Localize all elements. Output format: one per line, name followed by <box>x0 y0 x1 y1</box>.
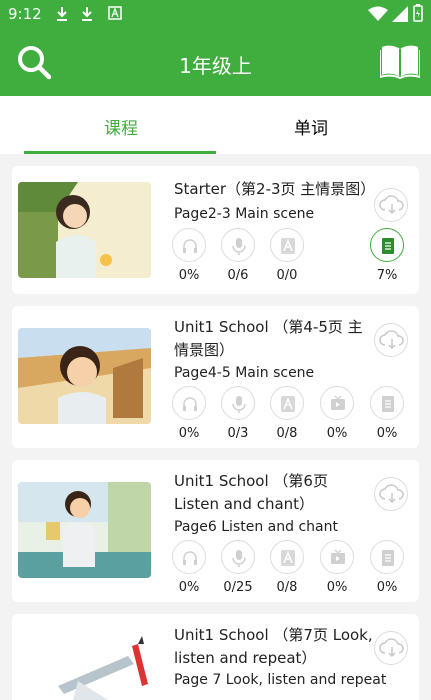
stat-value: 0% <box>178 426 200 441</box>
lesson-title: Unit1 School （第4-5页 主情景图） <box>174 318 363 359</box>
video-icon <box>331 395 345 410</box>
lesson-card[interactable]: Unit1 School （第6页 Listen and chant） Page… <box>12 460 419 602</box>
status-bar: 9:12 <box>0 0 431 30</box>
stat-value: 0/25 <box>223 580 253 595</box>
download-icon <box>82 7 92 21</box>
cloud-download-icon <box>379 638 404 658</box>
lesson-list: Starter（第2-3页 主情景图） Page2-3 Main scene 0… <box>0 154 431 700</box>
app-notification-icon <box>108 6 122 20</box>
download-button[interactable] <box>374 188 408 222</box>
letter-a-icon <box>281 396 295 412</box>
stat-value: 0% <box>326 580 348 595</box>
lesson-subtitle: Page2-3 Main scene <box>174 206 315 222</box>
cloud-download-icon <box>379 195 404 215</box>
pencil-illustration <box>18 636 151 700</box>
microphone-icon <box>232 238 246 255</box>
stat-value: 0/3 <box>227 426 249 441</box>
stat-value: 0/8 <box>276 580 298 595</box>
reading-progress[interactable]: 0% <box>362 540 412 595</box>
document-icon <box>382 396 394 412</box>
reading-progress[interactable]: 7% <box>362 228 412 283</box>
lesson-thumbnail <box>18 482 151 578</box>
lesson-subtitle: Page6 Listen and chant <box>174 519 338 535</box>
tab-words[interactable]: 单词 <box>294 114 328 139</box>
listen-progress[interactable]: 0% <box>164 228 214 283</box>
listen-progress[interactable]: 0% <box>164 386 214 441</box>
download-button[interactable] <box>374 323 408 357</box>
headphones-icon <box>183 551 197 565</box>
boy-illustration <box>18 328 151 424</box>
stat-value: 0/8 <box>276 426 298 441</box>
headphones-icon <box>183 397 197 411</box>
lesson-title: Starter（第2-3页 主情景图） <box>174 180 376 198</box>
stat-value: 0/6 <box>227 268 249 283</box>
download-button[interactable] <box>374 631 408 665</box>
video-icon <box>331 549 345 564</box>
lesson-card[interactable]: Unit1 School （第4-5页 主情景图） Page4-5 Main s… <box>12 306 419 448</box>
stat-value: 0% <box>178 580 200 595</box>
cloud-download-icon <box>379 484 404 504</box>
girl-chant-illustration <box>18 482 151 578</box>
speak-progress[interactable]: 0/6 <box>213 228 263 283</box>
stat-value: 0% <box>326 426 348 441</box>
lesson-thumbnail <box>18 328 151 424</box>
lesson-thumbnail <box>18 182 151 278</box>
page-title: 1年级上 <box>179 54 252 78</box>
speak-progress[interactable]: 0/3 <box>213 386 263 441</box>
microphone-icon <box>232 550 246 567</box>
letter-a-icon <box>281 238 295 254</box>
video-progress[interactable]: 0% <box>312 540 362 595</box>
words-progress[interactable]: 0/8 <box>262 540 312 595</box>
lesson-card[interactable]: Unit1 School （第7页 Look, listen and repea… <box>12 614 419 700</box>
speak-progress[interactable]: 0/25 <box>213 540 263 595</box>
battery-icon <box>413 4 423 22</box>
words-progress[interactable]: 0/8 <box>262 386 312 441</box>
microphone-icon <box>232 396 246 413</box>
stat-value: 0% <box>376 580 398 595</box>
listen-progress[interactable]: 0% <box>164 540 214 595</box>
girl-illustration <box>18 182 151 278</box>
stat-value: 7% <box>376 268 398 283</box>
words-progress[interactable]: 0/0 <box>262 228 312 283</box>
video-progress[interactable]: 0% <box>312 386 362 441</box>
document-icon <box>382 550 394 566</box>
stat-value: 0% <box>376 426 398 441</box>
open-book-icon[interactable] <box>380 43 420 79</box>
lesson-subtitle: Page4-5 Main scene <box>174 365 315 381</box>
cloud-download-icon <box>379 330 404 350</box>
app-header: 1年级上 <box>0 30 431 96</box>
tab-courses[interactable]: 课程 <box>104 114 138 139</box>
download-button[interactable] <box>374 477 408 511</box>
lesson-title: Unit1 School （第7页 Look, listen and repea… <box>174 626 373 667</box>
stat-value: 0% <box>178 268 200 283</box>
signal-icon <box>392 6 408 22</box>
headphones-icon <box>183 239 197 253</box>
download-icon <box>57 7 67 21</box>
wifi-icon <box>368 6 388 21</box>
tab-bar: 课程 单词 <box>0 96 431 154</box>
lesson-subtitle: Page 7 Look, listen and repeat <box>174 672 387 688</box>
reading-progress[interactable]: 0% <box>362 386 412 441</box>
lesson-card[interactable]: Starter（第2-3页 主情景图） Page2-3 Main scene 0… <box>12 166 419 294</box>
letter-a-icon <box>281 550 295 566</box>
lesson-title: Unit1 School （第6页 Listen and chant） <box>174 472 328 513</box>
lesson-thumbnail <box>18 636 151 700</box>
status-time: 9:12 <box>8 5 42 23</box>
stat-value: 0/0 <box>276 268 298 283</box>
book-green-icon <box>382 238 394 254</box>
